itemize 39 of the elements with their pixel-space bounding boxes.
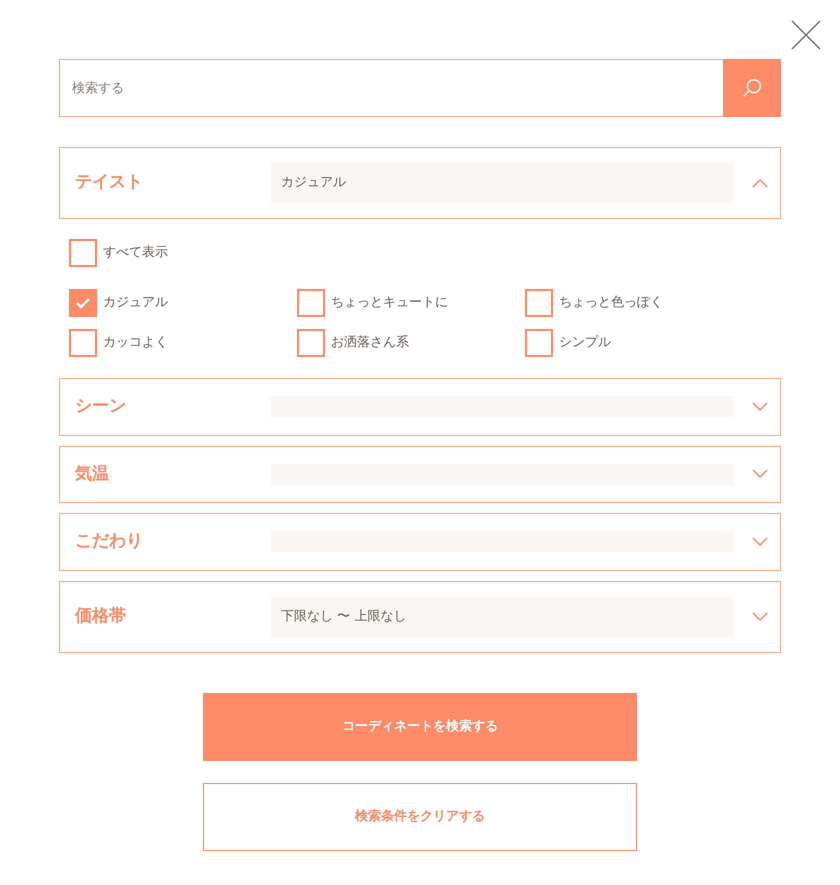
chevron-down-icon[interactable]	[752, 469, 768, 480]
checkbox-label: シンプル	[559, 334, 611, 352]
checkbox[interactable]	[297, 329, 325, 357]
checkbox-label: ちょっとキュートに	[331, 294, 448, 312]
checkbox-label: カッコよく	[103, 334, 168, 352]
search-field[interactable]: 検索する	[59, 59, 723, 117]
chevron-down-icon[interactable]	[752, 536, 768, 547]
checkbox[interactable]	[69, 239, 97, 267]
checkbox[interactable]	[525, 329, 553, 357]
filter-section[interactable]: シーン	[59, 378, 781, 436]
section-title: 気温	[75, 462, 110, 486]
close-button[interactable]	[790, 19, 822, 51]
filter-section[interactable]: テイスト カジュアル	[59, 147, 781, 219]
selected-value: 下限なし 〜 上限なし	[271, 596, 733, 636]
checkbox-label: すべて表示	[103, 244, 168, 262]
search-button[interactable]	[723, 59, 781, 117]
checkbox-label: お洒落さん系	[331, 334, 409, 352]
filter-section[interactable]: 価格帯 下限なし 〜 上限なし	[59, 580, 781, 652]
chevron-up-icon[interactable]	[752, 178, 768, 188]
checkbox-label: カジュアル	[103, 294, 168, 312]
chevron-down-icon[interactable]	[752, 402, 768, 412]
close-icon	[790, 19, 822, 51]
search-icon	[741, 77, 763, 99]
clear-button[interactable]: 検索条件をクリアする	[203, 782, 637, 850]
section-title: シーン	[75, 395, 127, 418]
checkbox[interactable]	[297, 289, 325, 317]
section-title: テイスト	[75, 171, 144, 194]
checkbox-label: ちょっと色っぽく	[559, 294, 663, 312]
section-title: 価格帯	[75, 604, 127, 628]
checkbox[interactable]	[525, 289, 553, 317]
checkbox[interactable]	[69, 329, 97, 357]
section-title: こだわり	[75, 530, 144, 553]
check-icon	[75, 295, 91, 311]
checkbox[interactable]	[69, 289, 97, 317]
filter-section[interactable]: こだわり	[59, 513, 781, 570]
chevron-down-icon[interactable]	[752, 612, 768, 622]
selected-value: カジュアル	[271, 163, 733, 203]
filter-section[interactable]: 気温	[59, 446, 781, 503]
search-submit-button[interactable]: コーディネートを検索する	[203, 692, 637, 760]
